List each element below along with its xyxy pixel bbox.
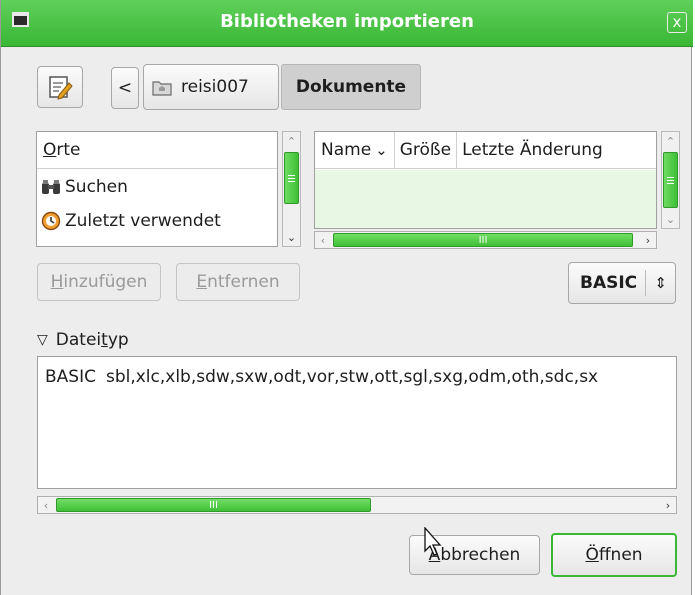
filetype-expander[interactable]: ▽ Dateityp <box>37 328 129 352</box>
file-list-hscrollbar[interactable]: ‹ III › <box>314 231 657 249</box>
chevron-left-icon: < <box>117 78 133 98</box>
file-list-body[interactable] <box>315 170 656 228</box>
path-button-home[interactable]: reisi007 <box>143 64 279 110</box>
add-button-label: Hinzufügen <box>50 272 148 292</box>
file-list-header: Name ⌄ Größe Letzte Änderung <box>315 132 656 169</box>
places-item-label: Suchen <box>65 177 128 197</box>
scroll-down-icon[interactable]: ⌄ <box>662 210 679 228</box>
filetype-label: Dateityp <box>55 330 129 350</box>
places-scroll-thumb[interactable] <box>284 152 299 204</box>
scroll-grip: III <box>478 234 488 246</box>
places-item-label: Zuletzt verwendet <box>65 211 221 231</box>
scroll-right-icon[interactable]: › <box>660 497 676 513</box>
places-header[interactable]: Orte <box>37 132 277 169</box>
dialog-window: Bibliotheken importieren x < reisi007 Do… <box>0 0 693 595</box>
path-back-button[interactable]: < <box>111 67 139 109</box>
open-button[interactable]: Öffnen <box>551 533 677 577</box>
open-button-label: Öffnen <box>585 545 643 565</box>
close-icon: x <box>672 13 682 31</box>
sort-descending-icon: ⌄ <box>375 141 388 159</box>
column-header-name[interactable]: Name ⌄ <box>315 132 395 168</box>
column-header-label: Größe <box>399 140 452 160</box>
scroll-left-icon[interactable]: ‹ <box>315 232 331 248</box>
binoculars-icon <box>42 180 60 194</box>
filetype-hscrollbar[interactable]: ‹ III › <box>37 496 677 514</box>
file-list-vscrollbar[interactable]: ⌃ ⌄ <box>661 131 680 229</box>
window-title: Bibliotheken importieren <box>220 11 474 32</box>
close-button[interactable]: x <box>667 12 687 33</box>
recent-clock-icon <box>41 211 61 231</box>
add-button[interactable]: Hinzufügen <box>37 263 161 301</box>
file-list-vscroll-thumb[interactable] <box>663 152 678 208</box>
places-pane: Orte Suchen Zuletzt verwendet <box>36 131 278 247</box>
filetype-name: BASIC <box>45 367 96 387</box>
places-header-label: rte <box>56 140 81 160</box>
filetype-list[interactable]: BASIC sbl,xlc,xlb,sdw,sxw,odt,vor,stw,ot… <box>37 356 677 489</box>
places-header-mnemonic: O <box>43 140 57 160</box>
title-bar[interactable]: Bibliotheken importieren x <box>1 0 693 47</box>
file-list-pane: Name ⌄ Größe Letzte Änderung <box>314 131 657 229</box>
path-button-label: Dokumente <box>295 77 407 97</box>
file-list-hscroll-thumb[interactable]: III <box>333 233 633 247</box>
column-header-label: Name <box>321 140 372 160</box>
path-button-label: reisi007 <box>181 77 249 97</box>
filter-selected-label: BASIC <box>580 273 638 293</box>
edit-path-icon <box>49 76 73 100</box>
home-folder-icon <box>152 81 172 96</box>
remove-button-label: Entfernen <box>196 272 280 292</box>
places-item-search[interactable]: Suchen <box>41 174 128 200</box>
filetype-extensions: sbl,xlc,xlb,sdw,sxw,odt,vor,stw,ott,sgl,… <box>105 367 599 387</box>
path-button-current[interactable]: Dokumente <box>281 64 421 110</box>
scroll-grip: III <box>209 499 218 511</box>
column-header-size[interactable]: Größe <box>395 132 458 168</box>
scroll-down-icon[interactable]: ⌄ <box>283 228 300 246</box>
mouse-pointer-icon <box>424 527 442 556</box>
column-header-label: Letzte Änderung <box>462 140 603 160</box>
places-scrollbar[interactable]: ⌃ ⌄ <box>282 131 301 247</box>
column-header-modified[interactable]: Letzte Änderung <box>457 132 608 168</box>
up-down-arrows-icon: ⇕ <box>645 270 667 296</box>
scroll-up-icon[interactable]: ⌃ <box>662 132 679 150</box>
filetype-hscroll-thumb[interactable]: III <box>56 498 371 512</box>
places-item-recent[interactable]: Zuletzt verwendet <box>41 208 221 234</box>
filetype-row[interactable]: BASIC sbl,xlc,xlb,sdw,sxw,odt,vor,stw,ot… <box>45 367 598 387</box>
scroll-left-icon[interactable]: ‹ <box>38 497 54 513</box>
edit-location-button[interactable] <box>37 66 83 108</box>
scroll-right-icon[interactable]: › <box>640 232 656 248</box>
file-type-filter-select[interactable]: BASIC ⇕ <box>568 262 676 304</box>
scroll-up-icon[interactable]: ⌃ <box>283 132 300 150</box>
expander-triangle-icon: ▽ <box>37 332 48 348</box>
remove-button[interactable]: Entfernen <box>176 263 300 301</box>
